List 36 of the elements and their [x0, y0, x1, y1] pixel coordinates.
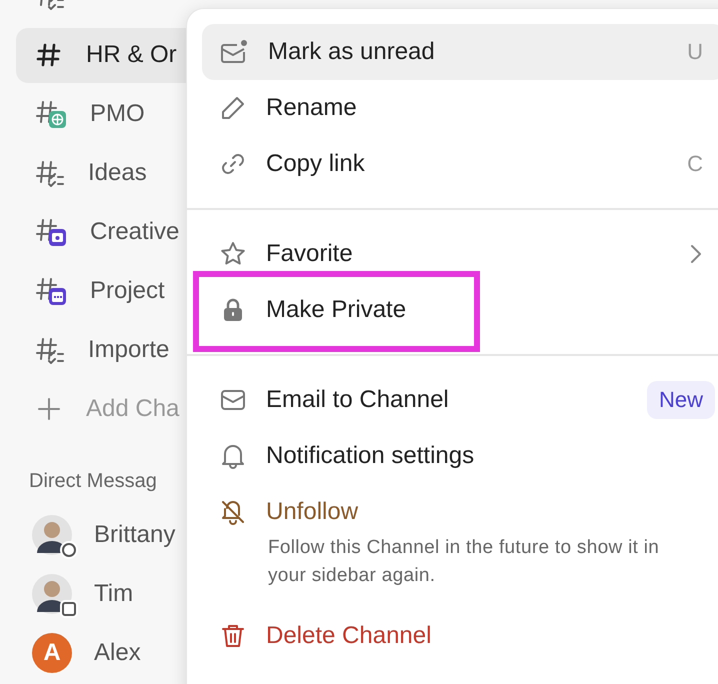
menu-item[interactable]: Favorite [202, 226, 718, 282]
hash-checklist-icon [36, 159, 64, 188]
bell-off-icon [220, 499, 246, 525]
direct-message-item[interactable]: Brittany [16, 507, 202, 562]
menu-item[interactable]: Rename [202, 80, 718, 136]
channel-item[interactable]: Importe [16, 322, 202, 378]
link-icon [220, 151, 246, 177]
plus-icon [36, 396, 62, 422]
envelope-icon [220, 387, 246, 413]
hash-checklist-icon [36, 336, 64, 364]
new-badge: New [646, 381, 715, 419]
direct-message-item[interactable]: A Alex [16, 625, 202, 680]
menu-item[interactable]: Make Private [202, 282, 718, 338]
hash-calendar-icon [36, 276, 66, 306]
avatar: A [32, 632, 72, 673]
shortcut-hint: C [687, 151, 703, 177]
star-icon [220, 241, 246, 267]
shortcut-hint: U [687, 39, 703, 65]
menu-item[interactable]: Mark as unread U [202, 24, 718, 80]
bell-icon [220, 443, 246, 469]
direct-message-item[interactable]: Tim [16, 566, 202, 622]
menu-item[interactable]: Notification settings [202, 428, 718, 484]
channel-item[interactable]: Project [16, 264, 202, 318]
section-heading: Direct Messag [29, 470, 158, 494]
menu-item[interactable]: Email to Channel New [202, 372, 718, 428]
hash-camera-icon [36, 217, 66, 248]
menu-item[interactable]: Copy link C [202, 136, 718, 192]
hash-globe-icon [36, 99, 66, 130]
hash-icon [36, 42, 62, 68]
envelope-icon [220, 39, 248, 65]
trash-icon [220, 623, 246, 649]
channel-item[interactable]: Creative [16, 204, 202, 260]
channel-item[interactable]: Ideas [16, 146, 202, 201]
menu-item[interactable]: Delete Channel [202, 608, 718, 664]
channel-item[interactable]: PMO [16, 86, 202, 142]
pencil-icon [220, 95, 246, 121]
